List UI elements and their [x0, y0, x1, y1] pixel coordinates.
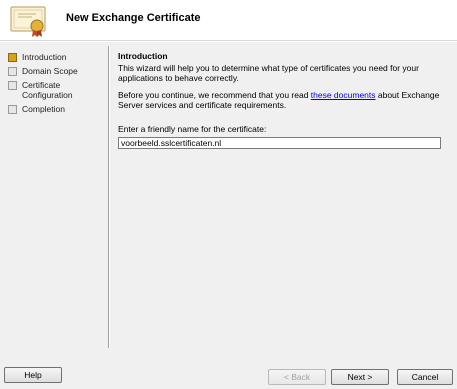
step-label: Introduction [22, 52, 67, 62]
step-label: Certificate Configuration [22, 80, 73, 100]
certificate-icon [10, 6, 46, 37]
wizard-title: New Exchange Certificate [66, 12, 201, 24]
help-button[interactable]: Help [4, 367, 62, 383]
vertical-divider [108, 46, 110, 348]
wizard-content: Introduction This wizard will help you t… [118, 51, 448, 149]
wizard-header: New Exchange Certificate [0, 0, 457, 40]
step-label: Domain Scope [22, 66, 78, 76]
friendly-name-label: Enter a friendly name for the certificat… [118, 124, 267, 134]
step-indicator-icon [8, 53, 17, 62]
wizard-steps: Introduction Domain Scope Certificate Co… [6, 52, 106, 118]
friendly-name-input[interactable] [118, 137, 441, 149]
step-completion[interactable]: Completion [6, 104, 106, 114]
step-certificate-configuration[interactable]: Certificate Configuration [6, 80, 106, 100]
cancel-button[interactable]: Cancel [397, 369, 453, 385]
section-title: Introduction [118, 51, 168, 61]
recommend-text: Before you continue, we recommend that y… [118, 90, 448, 110]
intro-text: This wizard will help you to determine w… [118, 63, 419, 83]
back-button[interactable]: < Back [268, 369, 326, 385]
header-divider [0, 40, 457, 42]
step-domain-scope[interactable]: Domain Scope [6, 66, 106, 76]
recommend-prefix: Before you continue, we recommend that y… [118, 90, 311, 100]
step-indicator-icon [8, 67, 17, 76]
step-label: Completion [22, 104, 65, 114]
step-introduction[interactable]: Introduction [6, 52, 106, 62]
step-indicator-icon [8, 81, 17, 90]
next-button[interactable]: Next > [331, 369, 389, 385]
step-indicator-icon [8, 105, 17, 114]
documents-link[interactable]: these documents [311, 90, 376, 100]
